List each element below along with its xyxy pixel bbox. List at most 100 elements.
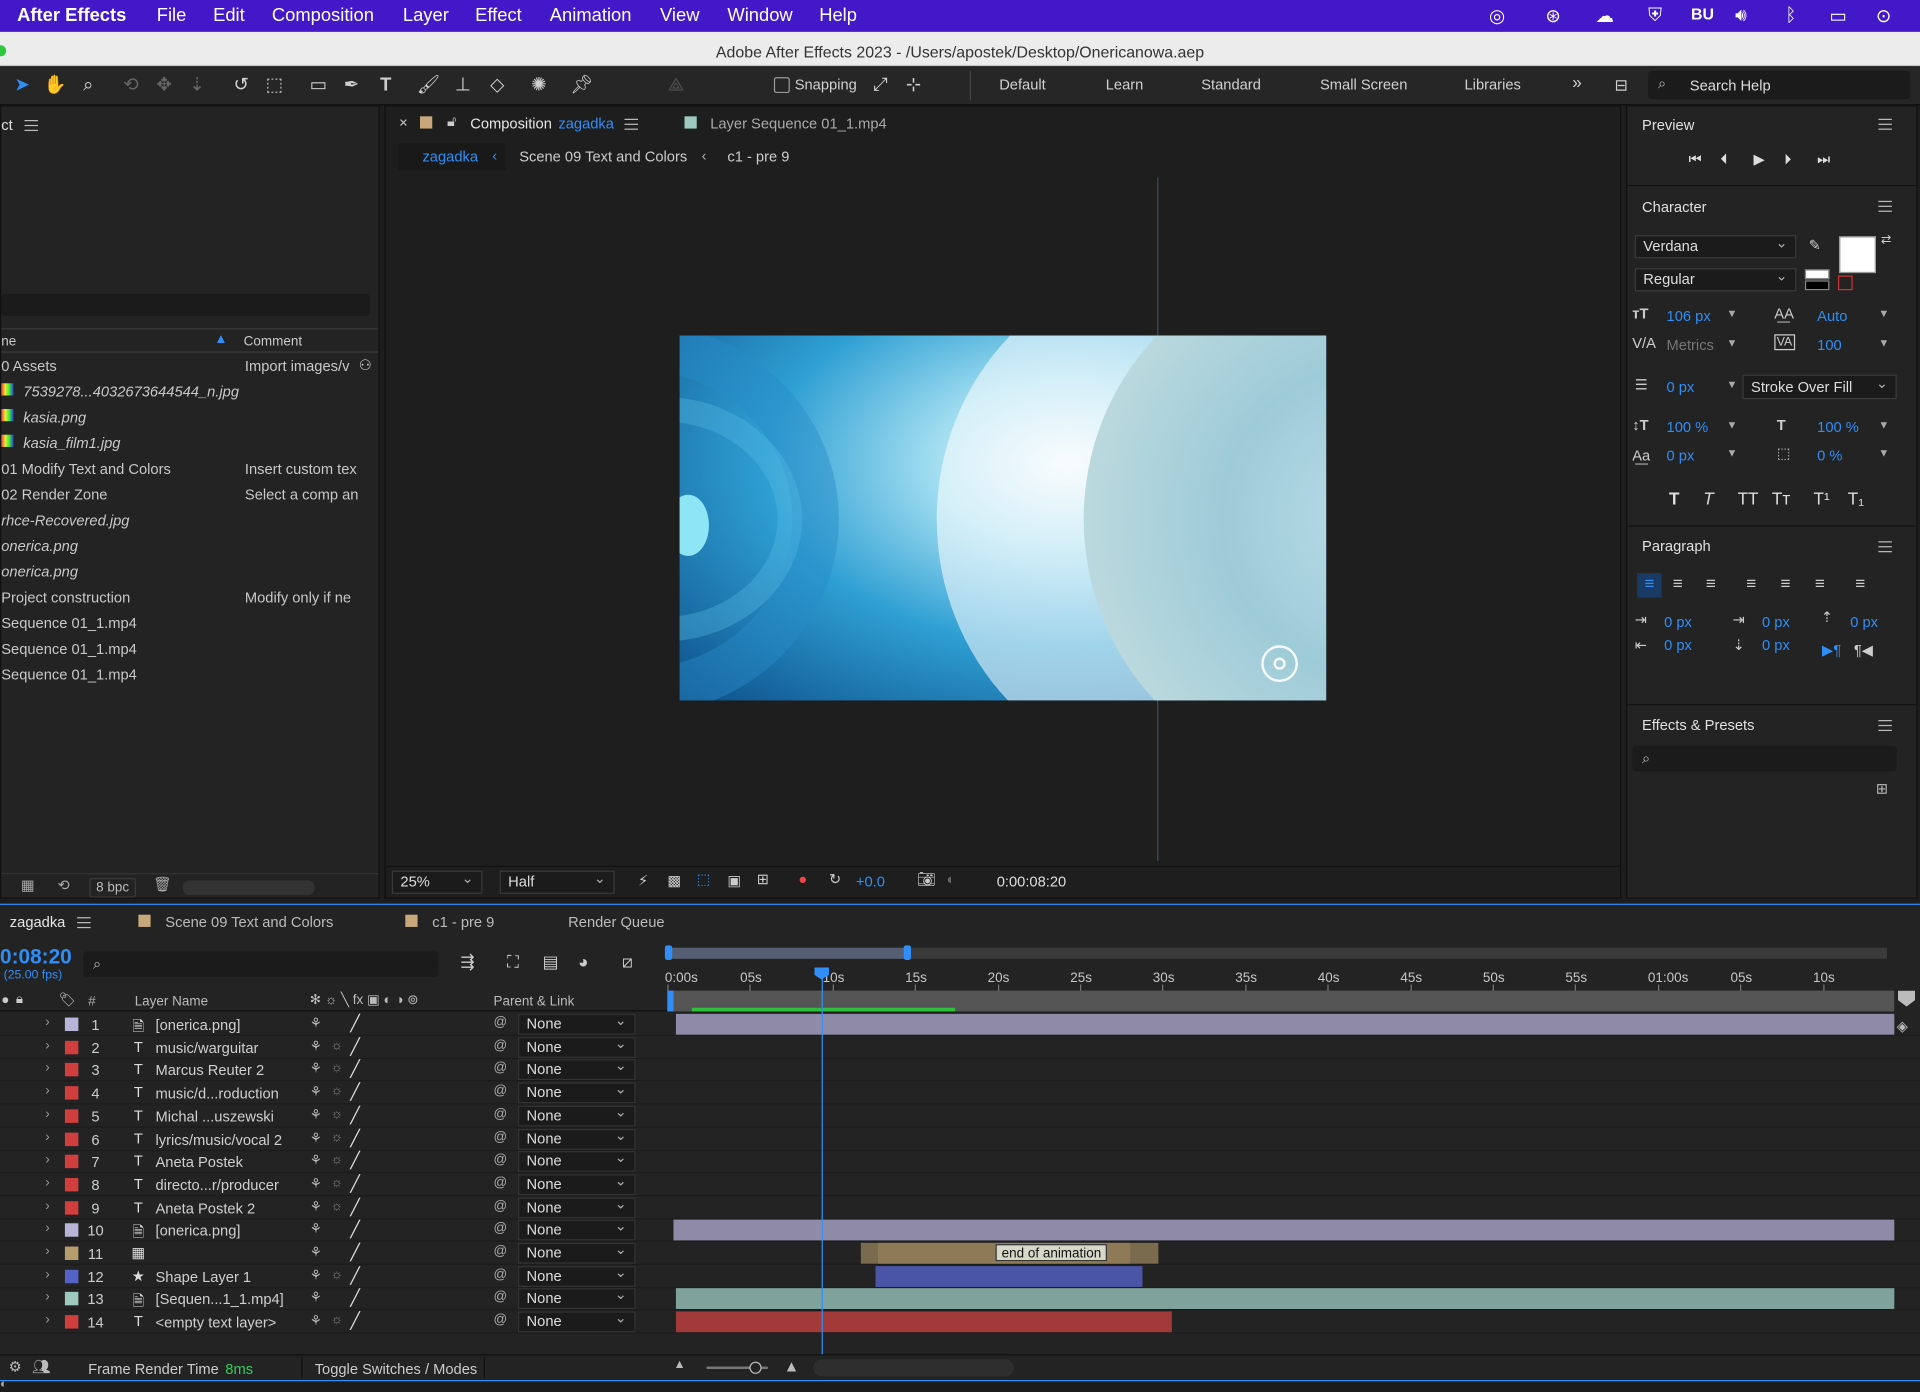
timeline-layer-row[interactable]: › 13 🗎 [Sequen...1_1.mp4] ⚘ ╱ @ None — [0, 1286, 1920, 1311]
shy-switch-icon[interactable]: ⚘ — [310, 1084, 322, 1100]
name-column-header[interactable]: ne — [1, 334, 16, 349]
rotation-tool-icon[interactable]: ↺ — [229, 73, 253, 97]
timeline-layer-row[interactable]: › 1 🗎 [onerica.png] ⚘ ╱ @ None — [0, 1011, 1920, 1036]
layer-label-color[interactable] — [64, 1132, 79, 1146]
current-time-display[interactable]: 0:00:08:20 — [997, 873, 1066, 890]
expand-chevron-icon[interactable]: › — [45, 1221, 49, 1236]
parent-dropdown[interactable]: None — [517, 1103, 636, 1127]
volume-icon[interactable]: 🔊︎ — [1735, 5, 1747, 26]
project-item[interactable]: Sequence 01_1.mp4 — [1, 637, 356, 663]
parent-dropdown[interactable]: None — [517, 1034, 636, 1058]
layer-label-color[interactable] — [64, 1040, 79, 1054]
project-item[interactable]: Sequence 01_1.mp4 — [1, 662, 356, 688]
project-item[interactable]: rhce-Recovered.jpg — [1, 508, 356, 534]
character-menu-icon[interactable] — [1878, 200, 1892, 212]
pan-behind-tool-icon[interactable]: ⬚ — [262, 73, 286, 97]
shy-switch-icon[interactable]: ⚘ — [310, 1130, 322, 1146]
expand-chevron-icon[interactable]: › — [45, 1175, 49, 1190]
kerning-value[interactable]: Metrics — [1667, 337, 1714, 354]
snap-edges-icon[interactable]: ⤢ — [868, 73, 892, 97]
collapse-switch-icon[interactable]: ☼ — [331, 1107, 343, 1122]
parent-dropdown[interactable]: None — [517, 1309, 636, 1333]
parent-dropdown[interactable]: None — [517, 1080, 636, 1104]
sort-up-icon[interactable]: ▲ — [214, 332, 227, 347]
baseline-caret-icon[interactable]: ▼ — [1727, 447, 1738, 459]
layer-duration-bar[interactable] — [675, 1311, 1172, 1333]
layer-label-color[interactable] — [64, 1109, 79, 1123]
last-frame-icon[interactable]: ⏭︎ — [1817, 151, 1830, 169]
zoom-out-icon[interactable]: ▲ — [673, 1358, 685, 1371]
font-size-value[interactable]: 106 px — [1667, 307, 1711, 324]
small-caps-button[interactable]: Tт — [1772, 489, 1790, 509]
paragraph-menu-icon[interactable] — [1878, 541, 1892, 553]
hand-tool-icon[interactable]: ✋ — [43, 73, 67, 97]
quality-switch-icon[interactable]: ╱ — [350, 1312, 360, 1332]
expand-chevron-icon[interactable]: › — [45, 1130, 49, 1145]
parent-dropdown[interactable]: None — [517, 1011, 636, 1035]
expand-chevron-icon[interactable]: › — [45, 1198, 49, 1213]
collapse-switch-icon[interactable]: ☼ — [331, 1267, 343, 1282]
justify-center-icon[interactable]: ≡ — [1780, 573, 1790, 593]
layer-tab[interactable]: Layer Sequence 01_1.mp4 — [710, 115, 886, 132]
roto-brush-tool-icon[interactable]: ✺ — [527, 73, 551, 97]
app-menu[interactable]: After Effects — [17, 5, 126, 26]
project-item[interactable]: onerica.png — [1, 560, 356, 586]
layer-label-color[interactable] — [64, 1017, 79, 1032]
timeline-layer-row[interactable]: › 5 T Michal ...uszewski ⚘ ☼ ╱ @ None — [0, 1103, 1920, 1128]
av-features-icon[interactable]: ● — [1, 993, 9, 1008]
indent-left-value[interactable]: 0 px — [1664, 613, 1692, 630]
type-tool-icon[interactable]: T — [373, 73, 397, 97]
comp-menu-icon[interactable] — [624, 118, 638, 130]
timeline-tab-pre[interactable]: c1 - pre 9 — [432, 913, 494, 930]
layer-duration-bar[interactable] — [675, 1013, 1895, 1035]
layer-label-color[interactable] — [64, 1269, 79, 1283]
menu-edit[interactable]: Edit — [213, 5, 245, 26]
collapse-switch-icon[interactable]: ☼ — [331, 1313, 343, 1328]
workspace-overflow-icon[interactable]: » — [1572, 72, 1582, 92]
quality-switch-icon[interactable]: ╱ — [350, 1014, 360, 1034]
layer-label-color[interactable] — [64, 1086, 79, 1100]
timeline-layer-row[interactable]: › 14 T <empty text layer> ⚘ ☼ ╱ @ None — [0, 1309, 1920, 1334]
layer-name[interactable]: Michal ...uszewski — [156, 1108, 300, 1125]
timeline-current-time[interactable]: 0:08:20 — [0, 945, 72, 969]
justify-left-icon[interactable]: ≡ — [1746, 573, 1756, 593]
timeline-menu-icon[interactable] — [77, 917, 91, 929]
brush-tool-icon[interactable]: 🖌︎ — [416, 73, 440, 97]
rectangle-tool-icon[interactable]: ▭ — [306, 73, 330, 97]
bit-depth-button[interactable]: 8 bpc — [89, 877, 136, 898]
flowchart-icon[interactable]: ⚇ — [359, 356, 372, 373]
quality-switch-icon[interactable]: ╱ — [350, 1197, 360, 1217]
expand-chevron-icon[interactable]: › — [45, 1107, 49, 1122]
pan-camera-icon[interactable]: ✥ — [152, 73, 176, 97]
workspace-standard[interactable]: Standard — [1201, 76, 1261, 93]
input-source[interactable]: BU — [1691, 5, 1714, 23]
all-caps-button[interactable]: TT — [1738, 489, 1759, 509]
project-search-input[interactable] — [1, 293, 370, 316]
timeline-search-input[interactable]: ⌕ — [83, 951, 439, 978]
timeline-layer-row[interactable]: › 2 Tmusic/warguitar ⚘ ☼ ╱ @ None — [0, 1034, 1920, 1059]
workspace-layout-icon[interactable]: ⊟ — [1609, 73, 1633, 97]
layer-label-color[interactable] — [64, 1315, 79, 1329]
pick-whip-icon[interactable]: @ — [493, 1198, 507, 1213]
hscale-caret-icon[interactable]: ▼ — [1878, 419, 1889, 431]
workspace-default[interactable]: Default — [999, 76, 1046, 93]
layer-name-column-header[interactable]: Layer Name — [135, 994, 208, 1009]
swap-colors-icon[interactable]: ⇄ — [1881, 234, 1891, 247]
exposure-value[interactable]: +0.0 — [856, 873, 885, 890]
pick-whip-icon[interactable]: @ — [493, 1221, 507, 1236]
shy-switch-icon[interactable]: ⚘ — [310, 1198, 322, 1215]
parent-dropdown[interactable]: None — [517, 1240, 636, 1264]
collapse-switch-icon[interactable]: ☼ — [331, 1152, 343, 1167]
faux-italic-button[interactable]: T — [1703, 489, 1713, 509]
collapse-switch-icon[interactable]: ☼ — [331, 1130, 343, 1145]
parent-column-header[interactable]: Parent & Link — [493, 994, 574, 1009]
comp-tab-prefix[interactable]: Composition — [470, 115, 552, 132]
shy-switch-icon[interactable]: ⚘ — [310, 1038, 322, 1054]
pick-whip-icon[interactable]: @ — [493, 1267, 507, 1282]
timeline-tab-zagadka[interactable]: zagadka — [10, 913, 66, 930]
pick-whip-icon[interactable]: @ — [493, 1152, 507, 1167]
breadcrumb-zagadka[interactable]: zagadka — [397, 143, 506, 171]
layer-name[interactable]: music/d...roduction — [156, 1085, 300, 1102]
quality-switch-icon[interactable]: ╱ — [350, 1060, 360, 1080]
quality-switch-icon[interactable]: ╱ — [350, 1083, 360, 1103]
